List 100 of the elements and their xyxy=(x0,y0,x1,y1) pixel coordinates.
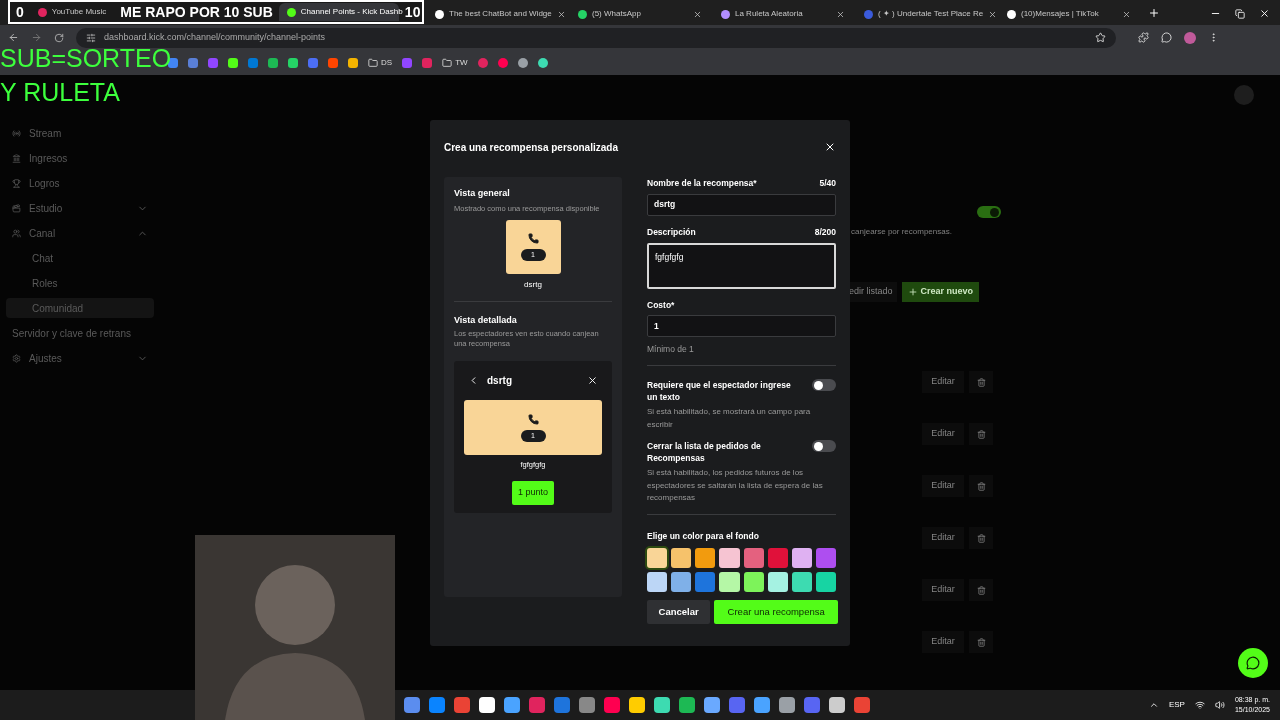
toggle-switch[interactable] xyxy=(977,206,1001,218)
color-swatch[interactable] xyxy=(791,572,812,593)
delete-button[interactable] xyxy=(969,579,993,601)
browser-tab[interactable]: (10)Mensajes | TikTok xyxy=(999,3,1139,25)
app-icon[interactable] xyxy=(704,697,720,713)
edit-button[interactable]: Editar xyxy=(922,371,964,393)
clapperboard-icon xyxy=(12,203,21,213)
favicon-icon xyxy=(578,9,587,19)
color-swatch[interactable] xyxy=(791,548,812,569)
textarea-field[interactable]: fgfgfgfg xyxy=(647,242,836,289)
close-icon[interactable] xyxy=(836,9,845,19)
close-icon[interactable] xyxy=(1122,9,1131,19)
delete-button[interactable] xyxy=(969,423,993,445)
new-tab-icon[interactable] xyxy=(1148,7,1160,19)
color-swatch[interactable] xyxy=(671,572,692,593)
browser-tab[interactable]: ( ✦ ) Undertale Test Place Re xyxy=(856,3,996,25)
app-icon[interactable] xyxy=(529,697,545,713)
bookmark-folder[interactable]: TW xyxy=(442,56,468,69)
app-icon[interactable] xyxy=(454,697,470,713)
chat-icon[interactable] xyxy=(1161,32,1172,43)
close-icon[interactable] xyxy=(1259,8,1270,19)
tab-title: La Ruleta Aleatoria xyxy=(735,8,804,20)
browser-tab[interactable]: La Ruleta Aleatoria xyxy=(713,3,853,25)
setting-help: Si está habilitado, se mostrará un campo para escribir xyxy=(647,406,812,431)
bookmark-icon[interactable] xyxy=(228,57,238,68)
color-swatch[interactable] xyxy=(695,572,716,593)
edit-button[interactable]: Editar xyxy=(922,579,964,601)
edit-button[interactable]: Editar xyxy=(922,423,964,445)
edit-button[interactable]: Editar xyxy=(922,631,964,653)
color-swatch[interactable] xyxy=(767,548,788,569)
language-indicator[interactable]: ESP xyxy=(1168,699,1185,711)
app-icon[interactable] xyxy=(629,697,645,713)
color-swatch[interactable] xyxy=(719,548,740,569)
close-icon[interactable] xyxy=(587,375,598,387)
color-swatch[interactable] xyxy=(647,572,668,593)
color-swatch[interactable] xyxy=(671,548,692,569)
delete-button[interactable] xyxy=(969,527,993,549)
cancel-button[interactable]: Cancelar xyxy=(647,600,711,625)
app-icon[interactable] xyxy=(429,697,445,713)
close-icon[interactable] xyxy=(693,9,702,19)
site-settings-icon[interactable] xyxy=(86,32,96,43)
app-icon[interactable] xyxy=(404,697,420,713)
extensions-icon[interactable] xyxy=(1138,32,1149,43)
toggle-switch[interactable] xyxy=(812,379,836,391)
bookmark-icon[interactable] xyxy=(168,57,178,68)
close-icon[interactable] xyxy=(556,9,566,19)
browser-tab[interactable]: The best ChatBot and Widge xyxy=(427,3,567,25)
app-icon[interactable] xyxy=(754,697,770,713)
color-swatch[interactable] xyxy=(647,548,668,569)
color-swatch[interactable] xyxy=(695,548,716,569)
app-icon[interactable] xyxy=(504,697,520,713)
redeem-button[interactable]: 1 punto xyxy=(512,480,554,505)
app-icon[interactable] xyxy=(829,697,845,713)
address-bar[interactable]: dashboard.kick.com/channel/community/channel-points xyxy=(76,27,1116,48)
create-reward-button[interactable]: Crear una recompensa xyxy=(714,600,838,625)
app-icon[interactable] xyxy=(654,697,670,713)
forward-icon[interactable] xyxy=(31,32,42,43)
delete-button[interactable] xyxy=(969,371,993,393)
app-icon[interactable] xyxy=(804,697,820,713)
close-icon[interactable] xyxy=(824,141,836,153)
app-icon[interactable] xyxy=(554,697,570,713)
app-icon[interactable] xyxy=(604,697,620,713)
app-icon[interactable] xyxy=(479,697,495,713)
back-icon[interactable] xyxy=(8,32,19,43)
profile-avatar[interactable] xyxy=(1184,31,1196,44)
bookmark-icon[interactable] xyxy=(348,57,358,68)
bookmark-folder[interactable]: DS xyxy=(368,56,393,69)
color-swatch[interactable] xyxy=(767,572,788,593)
support-chat-button[interactable] xyxy=(1238,648,1268,678)
volume-icon[interactable] xyxy=(1214,700,1225,710)
edit-button[interactable]: Editar xyxy=(922,475,964,497)
color-swatch[interactable] xyxy=(815,572,836,593)
bookmark-icon[interactable] xyxy=(268,57,278,68)
color-swatch[interactable] xyxy=(743,548,764,569)
wifi-icon[interactable] xyxy=(1194,700,1205,710)
bookmark-icon[interactable] xyxy=(517,57,528,68)
reload-icon[interactable] xyxy=(54,32,64,43)
color-swatch[interactable] xyxy=(719,572,740,593)
app-icon[interactable] xyxy=(854,697,870,713)
app-icon[interactable] xyxy=(729,697,745,713)
bookmark-icon[interactable] xyxy=(288,57,298,68)
delete-button[interactable] xyxy=(969,475,993,497)
browser-tab[interactable]: (5) WhatsApp xyxy=(570,3,710,25)
create-new-button[interactable]: Crear nuevo xyxy=(901,282,980,302)
input-field[interactable]: 1 xyxy=(647,315,836,338)
edit-button[interactable]: Editar xyxy=(922,527,964,549)
app-icon[interactable] xyxy=(679,697,695,713)
color-swatch[interactable] xyxy=(815,548,836,569)
bookmark-star-icon[interactable] xyxy=(1095,32,1106,43)
app-icon[interactable] xyxy=(779,697,795,713)
close-icon[interactable] xyxy=(988,9,998,19)
browser-tab[interactable]: YouTube Music xyxy=(29,1,115,23)
app-icon[interactable] xyxy=(579,697,595,713)
toggle-switch[interactable] xyxy=(812,440,836,452)
delete-button[interactable] xyxy=(969,631,993,653)
input-field[interactable]: dsrtg xyxy=(647,193,836,216)
restore-icon[interactable] xyxy=(1235,8,1245,19)
tray-icon[interactable] xyxy=(1148,700,1159,710)
color-swatch[interactable] xyxy=(743,572,764,593)
bookmark-icon[interactable] xyxy=(537,57,548,68)
